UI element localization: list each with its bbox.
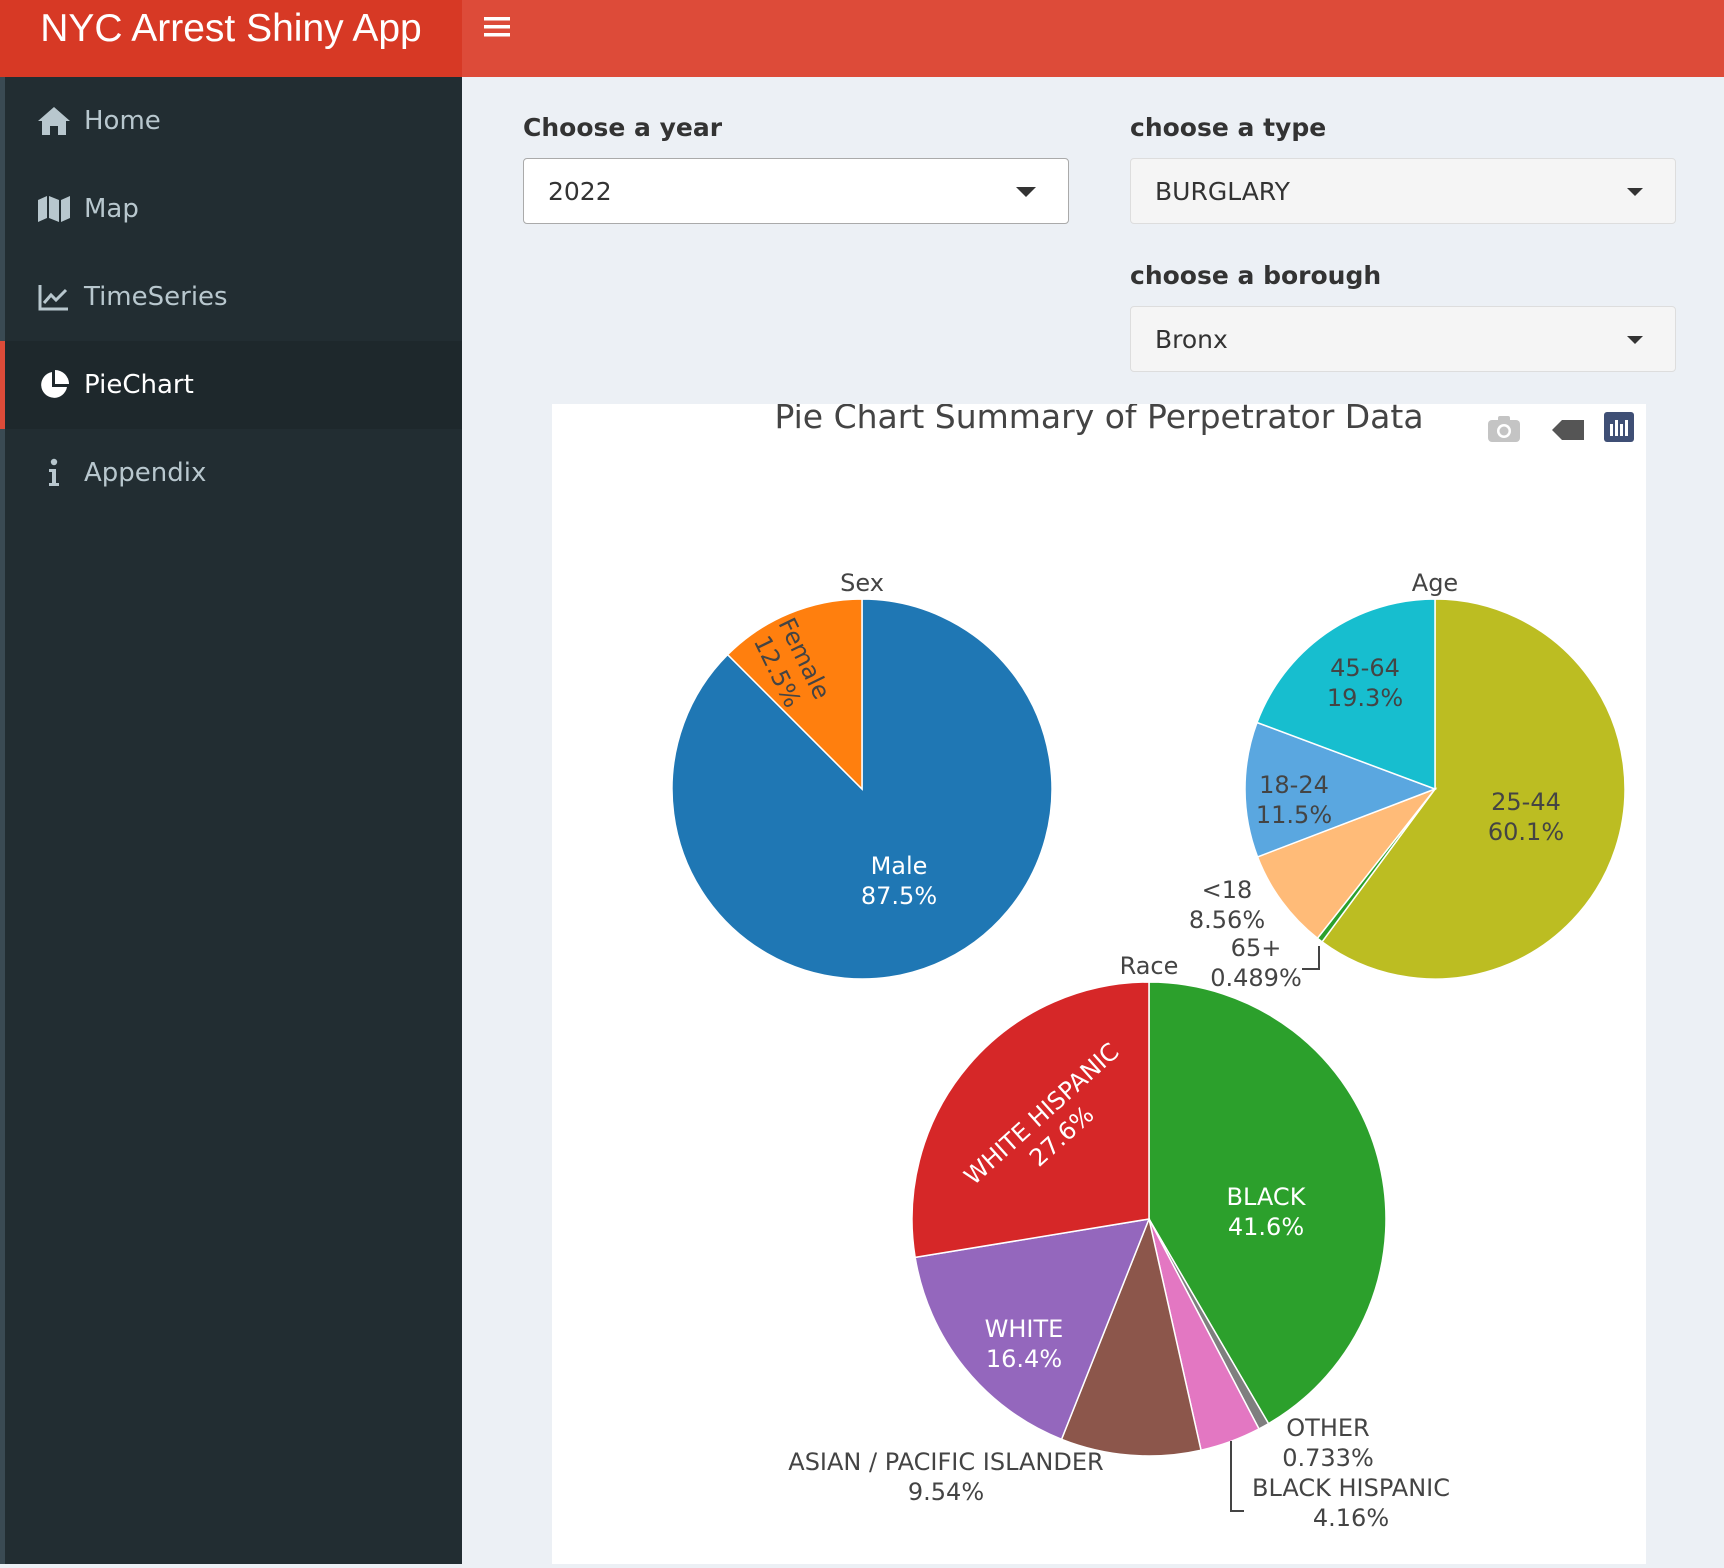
- hover-tag-icon[interactable]: [1552, 420, 1584, 440]
- borough-label: choose a borough: [1130, 261, 1382, 290]
- camera-icon[interactable]: [1488, 416, 1520, 442]
- sidebar-item-timeseries[interactable]: TimeSeries: [0, 253, 462, 341]
- slice-label-name: Male: [871, 852, 928, 880]
- sidebar-item-label: Home: [84, 106, 161, 136]
- slice-label: <18 8.56%: [1189, 876, 1265, 934]
- slice-label-name: <18: [1202, 876, 1253, 904]
- borough-select[interactable]: Bronx: [1130, 306, 1676, 372]
- pie-name-label: Race: [1120, 952, 1179, 980]
- slice-label-percent: 11.5%: [1256, 801, 1332, 829]
- modebar: [1488, 412, 1634, 442]
- sidebar: Home Map TimeSeries PieChart Appendix: [0, 77, 462, 1564]
- app-title: NYC Arrest Shiny App: [0, 0, 462, 77]
- sidebar-item-label: PieChart: [84, 370, 194, 400]
- sidebar-item-label: TimeSeries: [84, 282, 228, 312]
- sidebar-item-label: Appendix: [84, 458, 207, 488]
- info-icon: [36, 455, 72, 491]
- pie-name-label: Age: [1412, 569, 1458, 597]
- type-select-value: BURGLARY: [1155, 176, 1290, 206]
- sidebar-item-piechart[interactable]: PieChart: [0, 341, 462, 429]
- pie-race: Race BLACK 41.6% OTHER 0.733%BLACK HISPANIC 4…: [788, 952, 1450, 1532]
- sidebar-item-appendix[interactable]: Appendix: [0, 429, 462, 517]
- pie-age: Age25-44 60.1%65+ 0.489%<18 8.56%18-24 11.5%…: [1189, 569, 1626, 992]
- slice-label-percent: 0.733%: [1282, 1444, 1374, 1472]
- pie-name-label: Sex: [840, 569, 884, 597]
- slice-label: ASIAN / PACIFIC ISLANDER 9.54%: [788, 1448, 1103, 1506]
- slice-label-name: BLACK HISPANIC: [1252, 1474, 1450, 1502]
- type-select[interactable]: BURGLARY: [1130, 158, 1676, 224]
- slice-label-percent: 87.5%: [861, 882, 937, 910]
- slice-label-name: WHITE: [985, 1315, 1064, 1343]
- slice-label: 65+ 0.489%: [1210, 934, 1302, 992]
- header: NYC Arrest Shiny App: [0, 0, 1724, 77]
- sidebar-toggle-button[interactable]: [484, 8, 524, 48]
- slice-label-percent: 4.16%: [1313, 1504, 1389, 1532]
- slice-label-percent: 8.56%: [1189, 906, 1265, 934]
- slice-label-name: ASIAN / PACIFIC ISLANDER: [788, 1448, 1103, 1476]
- sidebar-item-map[interactable]: Map: [0, 165, 462, 253]
- slice-label-percent: 9.54%: [908, 1478, 984, 1506]
- borough-select-value: Bronx: [1155, 324, 1228, 354]
- hamburger-icon: [484, 17, 510, 37]
- slice-label-percent: 41.6%: [1228, 1213, 1304, 1241]
- slice-label: BLACK HISPANIC 4.16%: [1252, 1474, 1450, 1532]
- slice-label-name: 18-24: [1259, 771, 1329, 799]
- slice-label: OTHER 0.733%: [1282, 1414, 1374, 1472]
- slice-label-percent: 60.1%: [1488, 818, 1564, 846]
- slice-label-name: BLACK: [1227, 1183, 1307, 1211]
- year-select[interactable]: 2022: [523, 158, 1069, 224]
- slice-label-name: 65+: [1231, 934, 1282, 962]
- year-label: Choose a year: [523, 113, 723, 142]
- leader-line: [1230, 1441, 1244, 1512]
- sidebar-item-home[interactable]: Home: [0, 77, 462, 165]
- pie-chart-plot: Pie Chart Summary of Perpetrator Data Se…: [552, 397, 1646, 1564]
- caret-down-icon: [1627, 336, 1643, 344]
- caret-down-icon: [1016, 187, 1036, 197]
- pie-sex: SexMale 87.5%Female12.5%: [671, 569, 1053, 980]
- year-select-value: 2022: [548, 176, 612, 206]
- slice-label-name: 45-64: [1330, 654, 1400, 682]
- slice-label-name: 25-44: [1491, 788, 1561, 816]
- sidebar-item-label: Map: [84, 194, 139, 224]
- slice-label-percent: 0.489%: [1210, 964, 1302, 992]
- plotly-logo-icon[interactable]: [1604, 412, 1634, 442]
- leader-line: [1302, 946, 1320, 970]
- map-icon: [36, 191, 72, 227]
- line-chart-icon: [36, 279, 72, 315]
- slice-label-name: OTHER: [1286, 1414, 1369, 1442]
- pie-chart-svg: Pie Chart Summary of Perpetrator Data Se…: [671, 397, 1634, 1532]
- slice-label-percent: 19.3%: [1327, 684, 1403, 712]
- caret-down-icon: [1627, 188, 1643, 196]
- type-label: choose a type: [1130, 113, 1327, 142]
- chart-title: Pie Chart Summary of Perpetrator Data: [774, 404, 1423, 436]
- home-icon: [36, 103, 72, 139]
- pie-chart-icon: [36, 367, 72, 403]
- slice-label-percent: 16.4%: [986, 1345, 1062, 1373]
